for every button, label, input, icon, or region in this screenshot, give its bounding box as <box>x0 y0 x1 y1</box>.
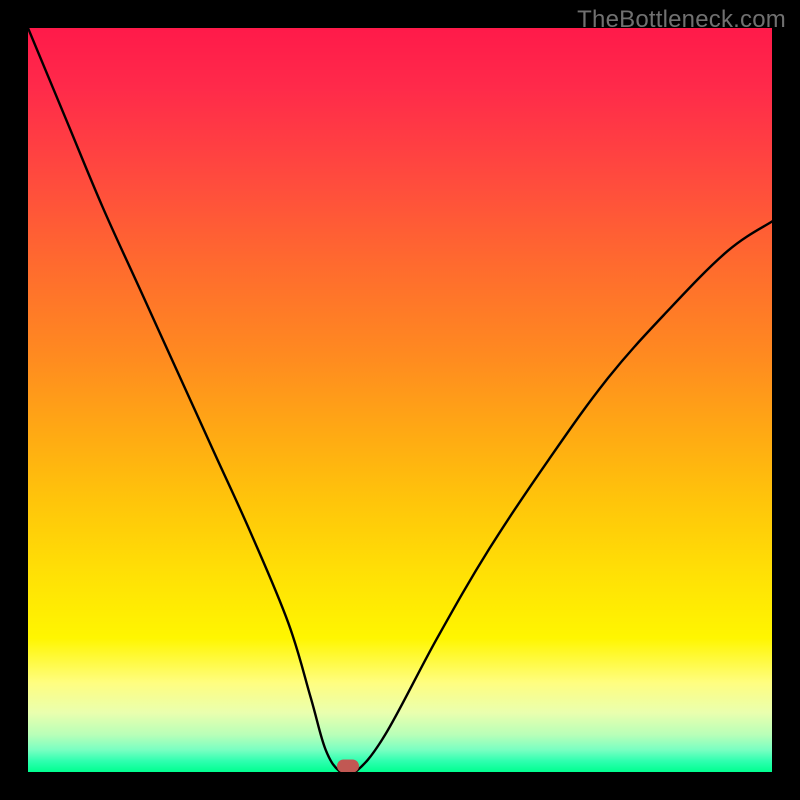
chart-frame: TheBottleneck.com <box>0 0 800 800</box>
bottleneck-curve <box>28 28 772 772</box>
watermark-text: TheBottleneck.com <box>577 6 786 34</box>
optimal-marker-icon <box>337 760 359 772</box>
plot-area <box>28 28 772 772</box>
